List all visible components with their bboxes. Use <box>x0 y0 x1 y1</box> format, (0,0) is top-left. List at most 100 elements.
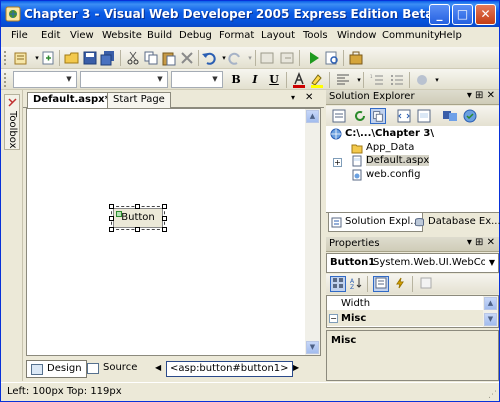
asp-net-configuration-icon[interactable] <box>462 108 478 124</box>
document-dropdown-icon[interactable]: ▾ <box>291 93 295 102</box>
delete-icon[interactable] <box>179 50 195 66</box>
font-size-select[interactable]: ▼ <box>171 71 223 88</box>
underline-button[interactable]: U <box>266 72 282 88</box>
copy-icon[interactable] <box>143 50 159 66</box>
property-category-misc[interactable]: − Misc <box>327 311 484 326</box>
view-designer-icon[interactable] <box>416 108 432 124</box>
tab-solution-explorer[interactable]: Solution Expl... <box>328 213 423 232</box>
foreground-color-icon[interactable] <box>291 72 307 88</box>
menu-tools[interactable]: Tools <box>303 30 328 41</box>
background-color-icon[interactable] <box>309 72 325 88</box>
events-icon[interactable] <box>392 276 408 292</box>
solution-explorer-header[interactable]: Solution Explorer ▾ ⊞ ✕ <box>326 90 499 105</box>
resize-grip-icon[interactable]: ⋰ <box>488 390 497 400</box>
property-grid-scrollbar[interactable]: ▲ ▼ <box>483 296 498 327</box>
add-item-icon[interactable] <box>40 50 56 66</box>
resize-handle-bottom-left[interactable] <box>109 227 114 232</box>
save-all-icon[interactable] <box>100 50 116 66</box>
properties-window-buttons[interactable]: ▾ ⊞ ✕ <box>467 237 495 248</box>
menu-window[interactable]: Window <box>337 30 376 41</box>
justify-dropdown-icon[interactable]: ▾ <box>351 72 367 88</box>
toolbar-grip[interactable] <box>4 51 7 65</box>
property-pages-icon[interactable] <box>418 276 434 292</box>
design-view-button[interactable]: Design <box>26 360 87 378</box>
toolbar-grip[interactable] <box>4 73 7 87</box>
menu-build[interactable]: Build <box>147 30 172 41</box>
justify-left-icon[interactable] <box>335 72 351 88</box>
resize-handle-bottom[interactable] <box>135 227 140 232</box>
vertical-scrollbar[interactable]: ▲ ▼ <box>305 109 320 355</box>
resize-handle-top-right[interactable] <box>162 204 167 209</box>
menu-community[interactable]: Community <box>382 30 440 41</box>
navigate-forward-icon[interactable] <box>279 50 295 66</box>
find-in-files-icon[interactable] <box>324 50 340 66</box>
asp-button-control[interactable]: Button <box>113 208 163 228</box>
menu-format[interactable]: Format <box>219 30 254 41</box>
resize-handle-bottom-right[interactable] <box>162 227 167 232</box>
new-website-icon[interactable] <box>13 50 29 66</box>
block-format-select[interactable]: ▼ <box>13 71 77 88</box>
toolbox-tab[interactable]: Toolbox <box>4 94 20 150</box>
overflow-dropdown-icon[interactable]: ▾ <box>429 72 445 88</box>
alphabetical-icon[interactable]: AZ <box>348 276 364 292</box>
maximize-button[interactable]: □ <box>452 4 473 25</box>
close-document-icon[interactable]: ✕ <box>305 92 313 103</box>
nest-related-files-icon[interactable] <box>370 108 386 124</box>
menu-view[interactable]: View <box>70 30 94 41</box>
solution-explorer-window-buttons[interactable]: ▾ ⊞ ✕ <box>467 90 495 101</box>
menu-edit[interactable]: Edit <box>41 30 60 41</box>
resize-handle-right[interactable] <box>162 216 167 221</box>
italic-button[interactable]: I <box>247 72 263 88</box>
collapse-toggle-icon[interactable]: − <box>329 314 338 323</box>
tab-start-page[interactable]: Start Page <box>107 92 171 108</box>
title-bar[interactable]: Chapter 3 - Visual Web Developer 2005 Ex… <box>1 1 499 27</box>
menu-help[interactable]: Help <box>439 30 462 41</box>
resize-handle-top[interactable] <box>135 204 140 209</box>
scroll-down-icon[interactable]: ▼ <box>484 313 497 326</box>
scroll-down-icon[interactable]: ▼ <box>306 341 319 354</box>
menu-debug[interactable]: Debug <box>179 30 212 41</box>
menu-file[interactable]: File <box>11 30 28 41</box>
save-icon[interactable] <box>82 50 98 66</box>
numbered-list-icon[interactable]: 1 <box>369 72 385 88</box>
tab-database-explorer[interactable]: Database Ex... <box>412 213 500 232</box>
minimize-button[interactable]: _ <box>429 4 450 25</box>
tab-default-aspx[interactable]: Default.aspx* <box>27 92 116 109</box>
menu-layout[interactable]: Layout <box>261 30 295 41</box>
bulleted-list-icon[interactable] <box>389 72 405 88</box>
paste-icon[interactable] <box>161 50 177 66</box>
insert-hyperlink-icon[interactable] <box>414 72 430 88</box>
design-surface[interactable]: Button ▲ ▼ <box>26 108 321 356</box>
close-button[interactable]: ✕ <box>475 4 496 25</box>
categorized-icon[interactable] <box>330 276 346 292</box>
start-debugging-icon[interactable] <box>306 50 322 66</box>
resize-handle-top-left[interactable] <box>109 204 114 209</box>
refresh-icon[interactable] <box>352 108 368 124</box>
scroll-up-icon[interactable]: ▲ <box>484 297 497 310</box>
copy-website-icon[interactable] <box>442 108 458 124</box>
view-code-icon[interactable] <box>396 108 412 124</box>
menu-website[interactable]: Website <box>102 30 142 41</box>
undo-icon[interactable] <box>201 50 217 66</box>
properties-view-icon[interactable] <box>373 276 389 292</box>
property-row-width[interactable]: Width <box>327 296 484 311</box>
font-name-select[interactable]: ▼ <box>80 71 168 88</box>
redo-icon[interactable] <box>227 50 243 66</box>
tag-nav-left-icon[interactable]: ◀ <box>155 363 161 372</box>
bold-button[interactable]: B <box>228 72 244 88</box>
svg-text:1: 1 <box>370 74 373 79</box>
property-grid: Width − Misc ▲ ▼ <box>326 295 499 328</box>
expand-toggle-icon[interactable]: + <box>333 158 342 167</box>
properties-icon[interactable] <box>331 108 347 124</box>
tag-nav-right-icon[interactable]: ▶ <box>293 363 299 372</box>
scroll-up-icon[interactable]: ▲ <box>306 110 319 123</box>
open-file-icon[interactable] <box>64 50 80 66</box>
cut-icon[interactable] <box>125 50 141 66</box>
source-view-button[interactable]: Source <box>83 360 141 378</box>
toolbox-window-icon[interactable] <box>348 50 364 66</box>
properties-header[interactable]: Properties ▾ ⊞ ✕ <box>326 237 499 252</box>
properties-object-select[interactable]: Button1 System.Web.UI.WebContro ▼ <box>326 253 499 273</box>
resize-handle-left[interactable] <box>109 216 114 221</box>
navigate-back-icon[interactable] <box>259 50 275 66</box>
tag-navigator-item[interactable]: <asp:button#button1> <box>166 361 293 377</box>
